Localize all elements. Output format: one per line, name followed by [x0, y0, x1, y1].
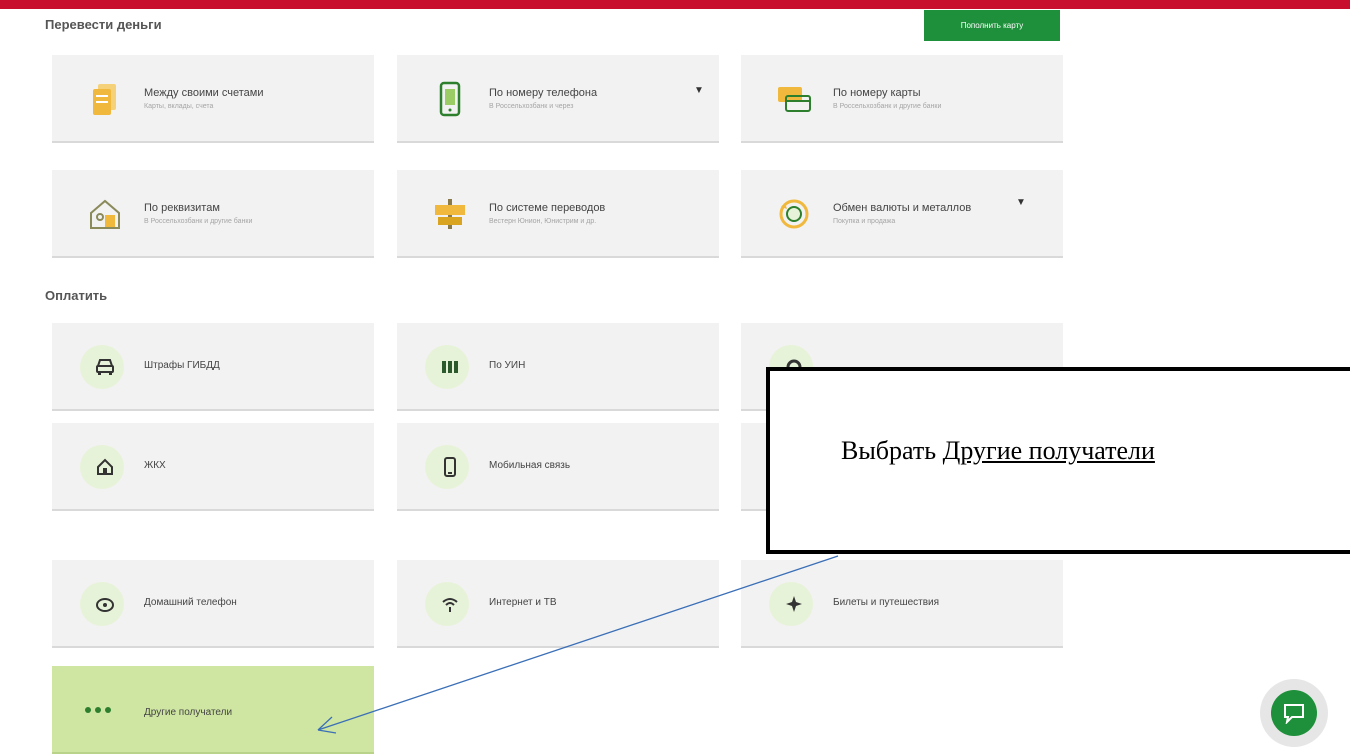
chat-button[interactable]: [1260, 679, 1328, 747]
pointer-arrow: [317, 555, 839, 734]
chat-icon: [1271, 690, 1317, 736]
